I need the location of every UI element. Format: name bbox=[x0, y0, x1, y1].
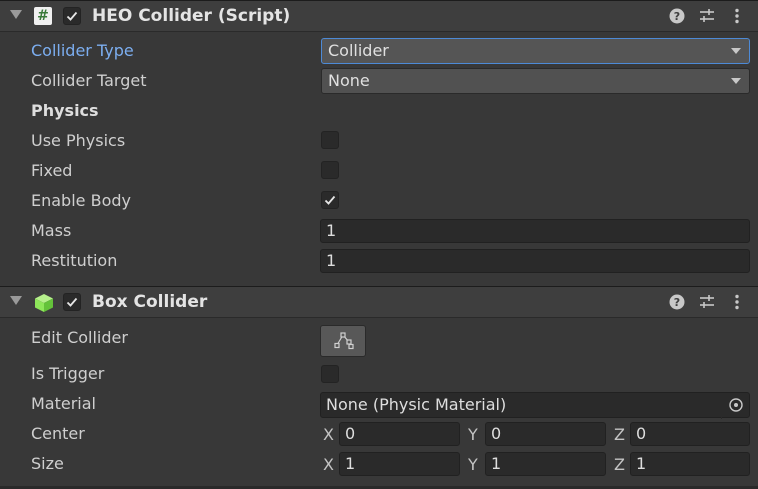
collider-type-label: Collider Type bbox=[31, 41, 134, 60]
mass-field[interactable]: 1 bbox=[320, 219, 750, 243]
component-title: Box Collider bbox=[92, 292, 208, 312]
presets-icon[interactable] bbox=[698, 293, 716, 311]
enable-body-checkbox[interactable] bbox=[321, 191, 339, 209]
mass-label: Mass bbox=[31, 221, 72, 240]
help-icon[interactable]: ? bbox=[668, 293, 686, 311]
size-y-field[interactable]: 1 bbox=[485, 452, 606, 476]
collider-target-label: Collider Target bbox=[31, 71, 147, 90]
checkmark-icon bbox=[66, 11, 78, 21]
center-x-value: 0 bbox=[345, 424, 356, 443]
more-menu-icon[interactable] bbox=[728, 7, 746, 25]
restitution-label: Restitution bbox=[31, 251, 118, 270]
presets-icon[interactable] bbox=[698, 7, 716, 25]
center-x-field[interactable]: 0 bbox=[339, 422, 460, 446]
size-z-label: Z bbox=[614, 455, 625, 474]
center-x-label: X bbox=[323, 425, 334, 444]
collider-type-value: Collider bbox=[328, 41, 389, 60]
size-y-label: Y bbox=[468, 455, 478, 474]
svg-text:?: ? bbox=[674, 10, 680, 23]
edit-collider-label: Edit Collider bbox=[31, 328, 128, 347]
fixed-checkbox[interactable] bbox=[321, 161, 339, 179]
center-label: Center bbox=[31, 424, 85, 443]
dropdown-arrow-icon bbox=[731, 78, 741, 84]
edit-collider-button[interactable] bbox=[320, 325, 366, 357]
box-collider-header[interactable]: Box Collider ? bbox=[0, 286, 758, 318]
use-physics-checkbox[interactable] bbox=[321, 131, 339, 149]
foldout-arrow-icon[interactable] bbox=[10, 296, 22, 305]
foldout-arrow-icon[interactable] bbox=[10, 10, 22, 19]
collider-target-value: None bbox=[328, 71, 370, 90]
center-y-field[interactable]: 0 bbox=[485, 422, 606, 446]
center-y-value: 0 bbox=[491, 424, 502, 443]
size-x-field[interactable]: 1 bbox=[339, 452, 460, 476]
box-collider-icon bbox=[34, 293, 53, 312]
enable-body-label: Enable Body bbox=[31, 191, 131, 210]
physics-heading: Physics bbox=[31, 101, 99, 120]
dropdown-arrow-icon bbox=[731, 48, 741, 54]
center-y-label: Y bbox=[468, 425, 478, 444]
script-icon: # bbox=[34, 7, 52, 25]
checkmark-icon bbox=[66, 297, 78, 307]
size-x-value: 1 bbox=[345, 454, 356, 473]
center-z-value: 0 bbox=[636, 424, 647, 443]
checkmark-icon bbox=[324, 195, 336, 205]
help-icon[interactable]: ? bbox=[668, 7, 686, 25]
center-z-field[interactable]: 0 bbox=[630, 422, 750, 446]
box-collider-enabled-checkbox[interactable] bbox=[63, 293, 81, 311]
is-trigger-checkbox[interactable] bbox=[321, 365, 339, 383]
size-z-field[interactable]: 1 bbox=[630, 452, 750, 476]
size-y-value: 1 bbox=[491, 454, 502, 473]
more-menu-icon[interactable] bbox=[728, 293, 746, 311]
material-object-field[interactable]: None (Physic Material) bbox=[320, 392, 750, 419]
heo-collider-enabled-checkbox[interactable] bbox=[63, 7, 81, 25]
use-physics-label: Use Physics bbox=[31, 131, 126, 150]
material-value: None (Physic Material) bbox=[326, 395, 507, 414]
svg-text:?: ? bbox=[674, 296, 680, 309]
size-label: Size bbox=[31, 454, 64, 473]
center-z-label: Z bbox=[614, 425, 625, 444]
collider-target-dropdown[interactable]: None bbox=[321, 68, 750, 94]
fixed-label: Fixed bbox=[31, 161, 73, 180]
edit-collider-icon bbox=[334, 332, 354, 350]
collider-type-dropdown[interactable]: Collider bbox=[321, 38, 750, 64]
is-trigger-label: Is Trigger bbox=[31, 364, 105, 383]
heo-collider-header[interactable]: # HEO Collider (Script) ? bbox=[0, 0, 758, 32]
restitution-field[interactable]: 1 bbox=[320, 249, 750, 273]
component-title: HEO Collider (Script) bbox=[92, 6, 291, 26]
restitution-value: 1 bbox=[326, 251, 337, 270]
mass-value: 1 bbox=[326, 221, 337, 240]
size-z-value: 1 bbox=[636, 454, 647, 473]
material-label: Material bbox=[31, 394, 96, 413]
object-picker-icon[interactable] bbox=[721, 393, 749, 419]
size-x-label: X bbox=[323, 455, 334, 474]
